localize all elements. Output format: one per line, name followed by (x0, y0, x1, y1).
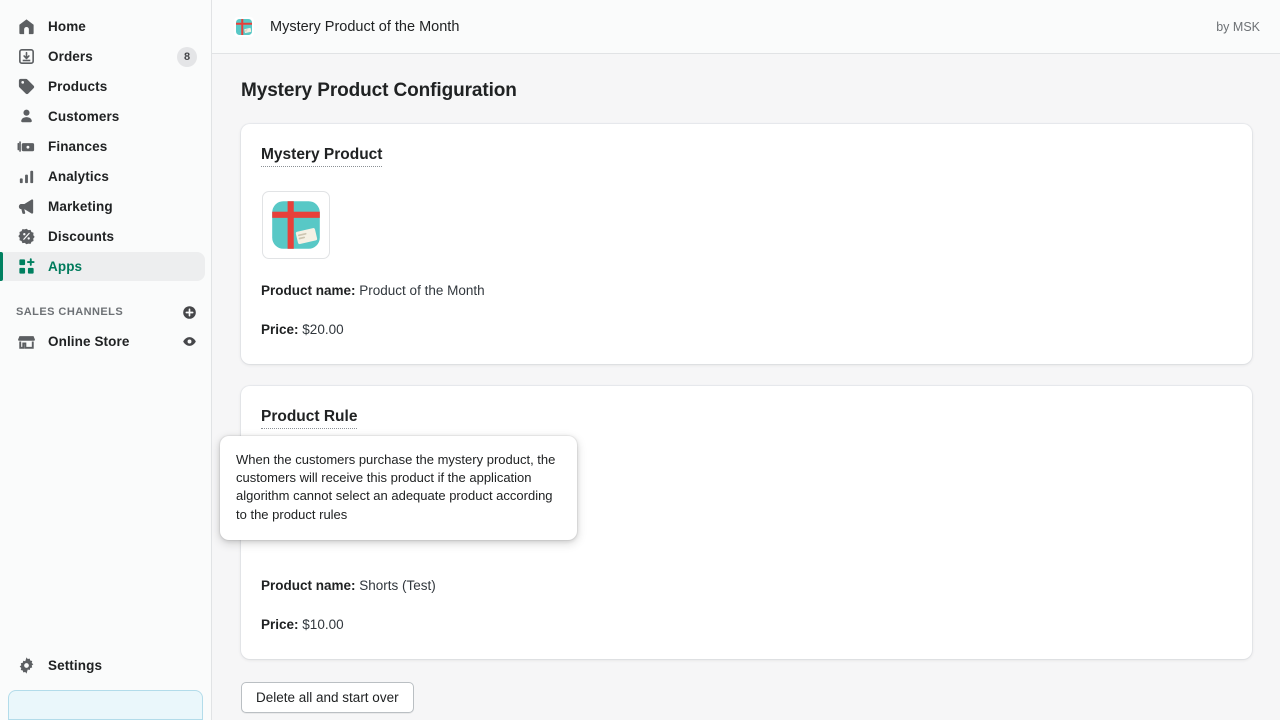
products-icon (16, 77, 36, 97)
sidebar-item-label: Finances (48, 139, 107, 154)
gear-icon (16, 656, 36, 676)
app-title: Mystery Product of the Month (270, 19, 459, 35)
sidebar-item-finances[interactable]: Finances (0, 132, 205, 161)
sidebar-item-analytics[interactable]: Analytics (0, 162, 205, 191)
mystery-product-price-row: Price: $20.00 (261, 321, 1230, 339)
app-topbar: Mystery Product of the Month by MSK (212, 0, 1280, 54)
mystery-product-heading[interactable]: Mystery Product (261, 146, 382, 167)
eye-icon[interactable] (182, 334, 197, 349)
sidebar-item-label: Online Store (48, 334, 129, 349)
sidebar-item-label: Marketing (48, 199, 113, 214)
price-label: Price: (261, 617, 299, 632)
marketing-icon (16, 197, 36, 217)
customers-icon (16, 107, 36, 127)
sidebar-item-label: Analytics (48, 169, 109, 184)
sidebar: Home Orders 8 Products Customers (0, 0, 212, 720)
sidebar-item-orders[interactable]: Orders 8 (0, 42, 205, 71)
sidebar-item-label: Home (48, 19, 86, 34)
page-content: Mystery Product Configuration Mystery Pr… (212, 54, 1280, 720)
sidebar-item-online-store[interactable]: Online Store (0, 327, 205, 356)
mystery-product-thumbnail[interactable] (262, 191, 330, 259)
sidebar-footer: Settings (0, 651, 211, 720)
sidebar-item-discounts[interactable]: Discounts (0, 222, 205, 251)
sidebar-item-apps[interactable]: Apps (0, 252, 205, 281)
sidebar-bottom-panel[interactable] (8, 690, 203, 720)
sidebar-item-label: Apps (48, 259, 82, 274)
sidebar-nav: Home Orders 8 Products Customers (0, 0, 211, 357)
tooltip-text: When the customers purchase the mystery … (236, 451, 561, 524)
orders-badge: 8 (177, 47, 197, 67)
mystery-product-card: Mystery Product Product name: Prod (241, 124, 1252, 364)
main-area: Mystery Product of the Month by MSK Myst… (212, 0, 1280, 720)
analytics-icon (16, 167, 36, 187)
sidebar-item-label: Products (48, 79, 107, 94)
plus-circle-icon[interactable] (182, 305, 197, 320)
gift-box-icon (234, 17, 254, 37)
sales-channels-title: SALES CHANNELS (16, 306, 123, 318)
gift-box-glyph (234, 17, 254, 37)
app-root: Home Orders 8 Products Customers (0, 0, 1280, 720)
fallback-product-name-row: Product name: Shorts (Test) (261, 577, 1230, 595)
gift-box-icon (268, 197, 324, 253)
product-name-value: Product of the Month (359, 283, 484, 298)
product-name-value: Shorts (Test) (359, 578, 436, 593)
sidebar-item-marketing[interactable]: Marketing (0, 192, 205, 221)
apps-icon (16, 257, 36, 277)
orders-icon (16, 47, 36, 67)
sales-channels-header: SALES CHANNELS (0, 297, 211, 327)
sidebar-item-label: Customers (48, 109, 119, 124)
sidebar-item-home[interactable]: Home (0, 12, 205, 41)
home-icon (16, 17, 36, 37)
discounts-icon (16, 227, 36, 247)
price-value: $10.00 (302, 617, 343, 632)
product-name-label: Product name: (261, 578, 356, 593)
sidebar-item-products[interactable]: Products (0, 72, 205, 101)
price-label: Price: (261, 322, 299, 337)
mystery-product-name-row: Product name: Product of the Month (261, 282, 1230, 300)
fallback-product-price-row: Price: $10.00 (261, 616, 1230, 634)
sidebar-item-customers[interactable]: Customers (0, 102, 205, 131)
sidebar-item-settings[interactable]: Settings (0, 651, 205, 680)
store-icon (16, 332, 36, 352)
sidebar-item-label: Settings (48, 658, 102, 673)
sidebar-item-label: Orders (48, 49, 93, 64)
price-value: $20.00 (302, 322, 343, 337)
sidebar-item-label: Discounts (48, 229, 114, 244)
product-rule-heading[interactable]: Product Rule (261, 408, 357, 429)
finances-icon (16, 137, 36, 157)
app-author: by MSK (1216, 20, 1260, 34)
delete-all-button[interactable]: Delete all and start over (241, 682, 414, 713)
product-name-label: Product name: (261, 283, 356, 298)
fallback-product-tooltip: When the customers purchase the mystery … (220, 436, 577, 540)
page-title: Mystery Product Configuration (241, 80, 1252, 102)
